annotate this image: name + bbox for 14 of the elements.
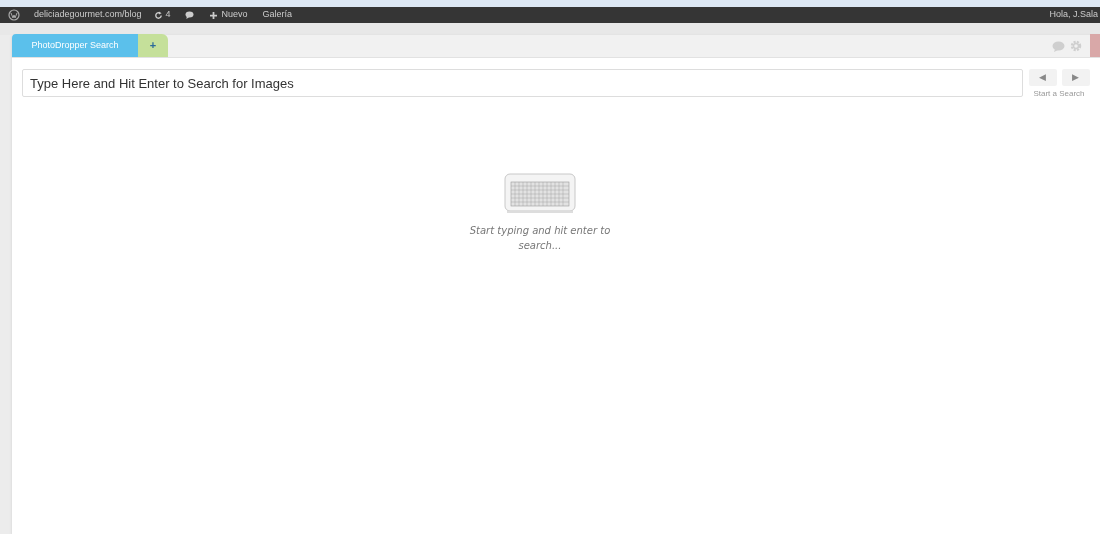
new-link[interactable]: Nuevo	[209, 8, 248, 22]
comment-icon[interactable]	[184, 11, 194, 19]
update-count[interactable]: 4	[165, 8, 171, 22]
plus-icon	[209, 11, 217, 19]
gallery-link[interactable]: Galería	[262, 8, 293, 22]
empty-state-message: Start typing and hit enter to search...	[468, 224, 612, 253]
refresh-icon[interactable]	[153, 10, 163, 20]
nav-hint: Start a Search	[1033, 88, 1085, 100]
add-tab-button[interactable]: +	[138, 34, 168, 57]
wordpress-logo-icon[interactable]	[8, 9, 20, 21]
keyboard-icon	[503, 170, 577, 214]
greeting-link[interactable]: Hola, J.Sala	[1049, 8, 1098, 22]
search-field[interactable]: Type Here and Hit Enter to Search for Images	[22, 69, 1023, 97]
site-link[interactable]: deliciadegourmet.com/blog	[34, 8, 142, 22]
